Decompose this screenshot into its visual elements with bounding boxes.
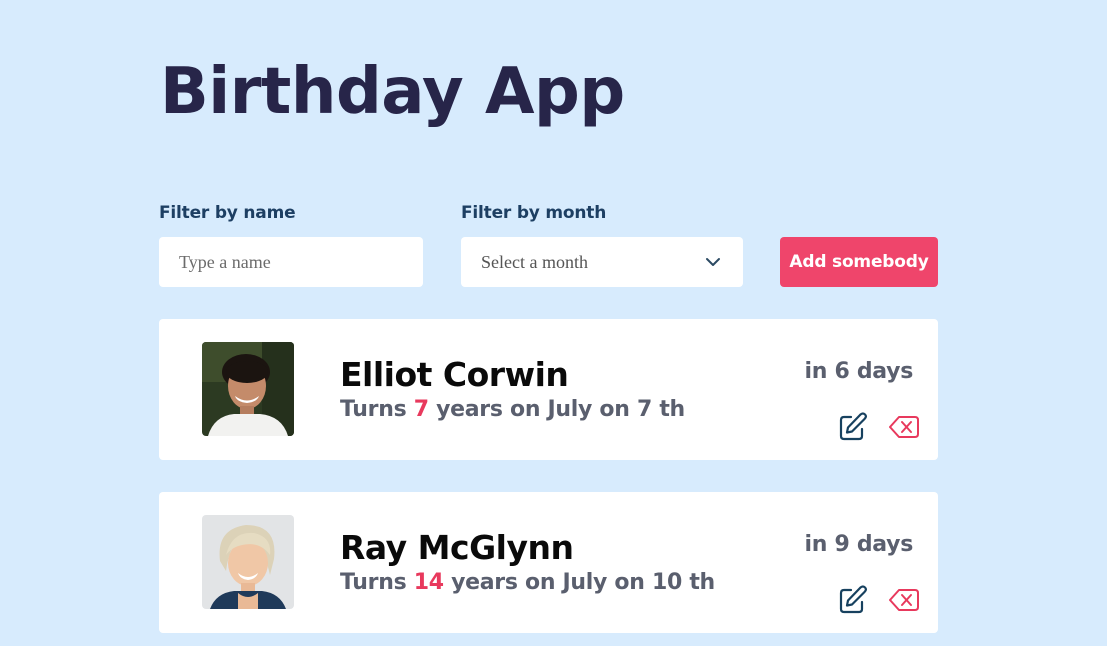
age-value: 14 [413, 570, 444, 595]
edit-button[interactable] [836, 584, 868, 616]
delete-button[interactable] [888, 584, 920, 616]
turns-label: Turns [340, 397, 407, 422]
filter-month-label: Filter by month [461, 203, 607, 223]
filter-name-label: Filter by name [159, 203, 296, 223]
delete-icon [889, 416, 919, 438]
delete-button[interactable] [888, 411, 920, 443]
month-select-value: Select a month [481, 251, 588, 272]
birthday-date-text: years on July on 10 th [451, 570, 715, 595]
avatar [202, 342, 294, 436]
person-birthday-description: Turns 7 years on July on 7 th [340, 397, 685, 422]
page-title: Birthday App [160, 55, 625, 129]
chevron-down-icon [706, 258, 720, 266]
avatar [202, 515, 294, 609]
age-value: 7 [413, 397, 429, 422]
edit-icon [839, 585, 867, 614]
edit-button[interactable] [836, 411, 868, 443]
delete-icon [889, 589, 919, 611]
person-birthday-description: Turns 14 years on July on 10 th [340, 570, 715, 595]
days-until-birthday: in 9 days [804, 532, 914, 557]
turns-label: Turns [340, 570, 407, 595]
month-filter-select[interactable]: Select a month [461, 237, 743, 287]
person-name: Ray McGlynn [340, 528, 574, 567]
birthday-date-text: years on July on 7 th [436, 397, 685, 422]
name-filter-input[interactable] [159, 237, 423, 287]
days-until-birthday: in 6 days [804, 359, 914, 384]
person-card: Elliot Corwin Turns 7 years on July on 7… [159, 319, 938, 460]
person-card: Ray McGlynn Turns 14 years on July on 10… [159, 492, 938, 633]
person-name: Elliot Corwin [340, 355, 569, 394]
edit-icon [839, 412, 867, 441]
add-somebody-button[interactable]: Add somebody [780, 237, 938, 287]
